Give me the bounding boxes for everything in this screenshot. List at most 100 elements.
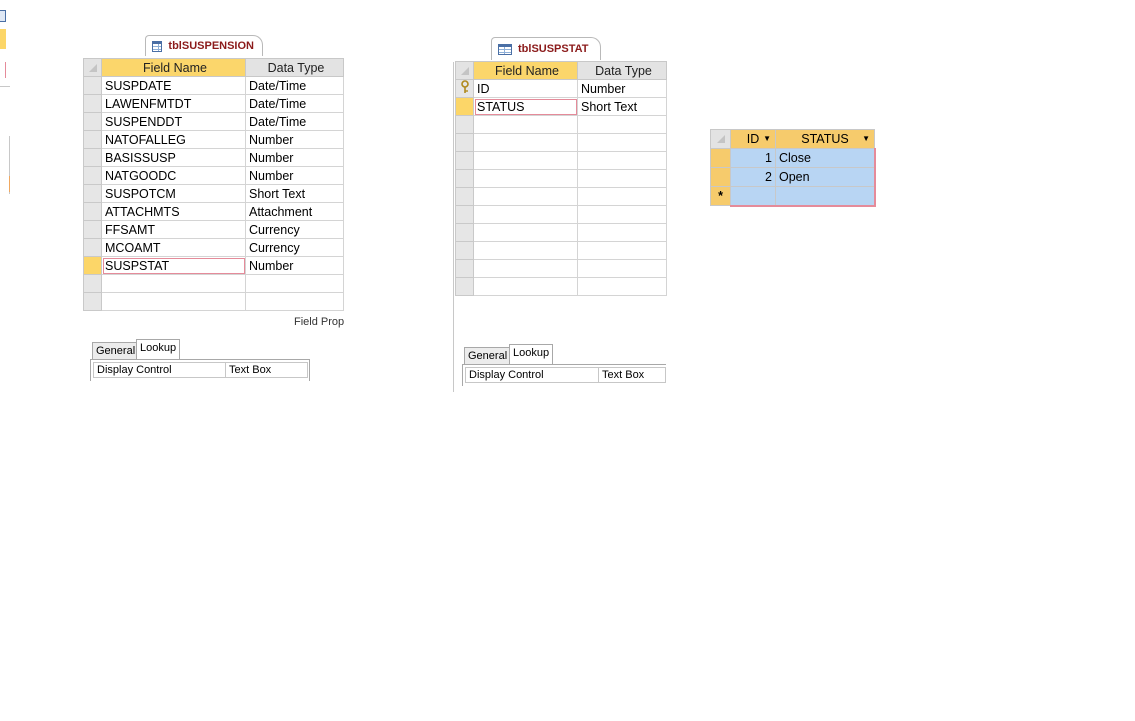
field-name-cell[interactable]: SUSPENDDT — [101, 112, 246, 131]
row-selector[interactable] — [83, 184, 102, 203]
field-name-cell[interactable]: ID — [473, 79, 578, 98]
tab-general[interactable]: General — [92, 342, 140, 360]
field-name-cell[interactable]: MCOAMT — [101, 238, 246, 257]
record-selector[interactable] — [710, 167, 731, 187]
row-selector[interactable] — [455, 205, 474, 224]
dropdown-arrow-icon[interactable]: ▼ — [862, 134, 870, 143]
data-type-cell-empty[interactable] — [577, 187, 667, 206]
column-header-field-name[interactable]: Field Name — [473, 61, 578, 80]
row-selector[interactable] — [83, 112, 102, 131]
tab-general[interactable]: General — [464, 347, 512, 365]
row-selector[interactable] — [455, 187, 474, 206]
row-selector[interactable] — [455, 115, 474, 134]
field-name-cell-empty[interactable] — [473, 223, 578, 242]
column-header-data-type[interactable]: Data Type — [577, 61, 667, 80]
row-selector-current[interactable] — [455, 97, 474, 116]
data-type-cell-empty[interactable] — [577, 241, 667, 260]
row-selector[interactable] — [83, 166, 102, 185]
row-selector[interactable] — [455, 259, 474, 278]
data-type-cell[interactable]: Attachment — [245, 202, 344, 221]
field-name-cell[interactable]: SUSPOTCM — [101, 184, 246, 203]
id-cell[interactable]: 2 — [730, 167, 776, 187]
status-cell[interactable]: Open — [775, 167, 876, 187]
data-type-cell-empty[interactable] — [577, 115, 667, 134]
row-selector[interactable] — [83, 274, 102, 293]
property-value[interactable]: Text Box — [598, 367, 666, 383]
data-type-cell-empty[interactable] — [577, 169, 667, 188]
row-selector[interactable] — [83, 94, 102, 113]
column-header-id[interactable]: ID ▼ — [730, 129, 776, 149]
data-type-cell[interactable]: Date/Time — [245, 94, 344, 113]
data-type-cell-empty[interactable] — [577, 151, 667, 170]
field-name-cell-empty[interactable] — [473, 241, 578, 260]
field-name-cell[interactable]: NATOFALLEG — [101, 130, 246, 149]
record-selector[interactable] — [710, 148, 731, 168]
field-name-cell-current[interactable]: SUSPSTAT — [101, 256, 246, 275]
data-type-cell[interactable]: Currency — [245, 238, 344, 257]
data-type-cell-empty[interactable] — [577, 133, 667, 152]
field-name-cell-empty[interactable] — [101, 274, 246, 293]
data-type-cell[interactable]: Number — [245, 256, 344, 275]
row-selector[interactable] — [83, 220, 102, 239]
data-type-cell[interactable]: Currency — [245, 220, 344, 239]
row-selector[interactable] — [455, 151, 474, 170]
column-header-field-name[interactable]: Field Name — [101, 58, 246, 77]
field-name-cell-empty[interactable] — [473, 187, 578, 206]
row-selector[interactable] — [83, 238, 102, 257]
field-name-cell-empty[interactable] — [473, 115, 578, 134]
row-selector[interactable] — [83, 202, 102, 221]
row-selector[interactable] — [83, 130, 102, 149]
data-type-cell-empty[interactable] — [577, 277, 667, 296]
data-type-cell[interactable]: Number — [245, 166, 344, 185]
field-name-cell[interactable]: ATTACHMTS — [101, 202, 246, 221]
data-type-cell[interactable]: Number — [245, 130, 344, 149]
field-name-cell-empty[interactable] — [473, 205, 578, 224]
id-cell-new[interactable] — [730, 186, 776, 207]
grid-corner[interactable] — [83, 58, 102, 77]
grid-corner[interactable] — [455, 61, 474, 80]
data-type-cell[interactable]: Number — [577, 79, 667, 98]
dropdown-arrow-icon[interactable]: ▼ — [763, 134, 771, 143]
data-type-cell[interactable]: Number — [245, 148, 344, 167]
data-type-cell[interactable]: Date/Time — [245, 76, 344, 95]
data-type-cell[interactable]: Short Text — [245, 184, 344, 203]
field-name-cell[interactable]: LAWENFMTDT — [101, 94, 246, 113]
column-header-status[interactable]: STATUS ▼ — [775, 129, 875, 149]
column-header-data-type[interactable]: Data Type — [245, 58, 344, 77]
datasheet-corner[interactable] — [710, 129, 731, 149]
object-tab-tblsuspstat[interactable]: tblSUSPSTAT — [491, 37, 601, 60]
object-tab-tblsuspension[interactable]: tblSUSPENSION — [145, 35, 263, 56]
row-selector[interactable] — [455, 223, 474, 242]
row-selector[interactable] — [455, 241, 474, 260]
data-type-cell-empty[interactable] — [577, 205, 667, 224]
row-selector[interactable] — [455, 169, 474, 188]
row-selector[interactable] — [455, 277, 474, 296]
status-cell-new[interactable] — [775, 186, 876, 207]
data-type-cell-empty[interactable] — [245, 292, 344, 311]
row-selector-current[interactable] — [83, 256, 102, 275]
data-type-cell-empty[interactable] — [577, 259, 667, 278]
new-record-selector[interactable]: * — [710, 186, 731, 206]
field-name-cell-current[interactable]: STATUS — [473, 97, 578, 116]
tab-lookup[interactable]: Lookup — [509, 344, 554, 365]
field-name-cell-empty[interactable] — [473, 151, 578, 170]
row-selector[interactable] — [455, 133, 474, 152]
id-cell[interactable]: 1 — [730, 148, 776, 168]
field-name-cell[interactable]: BASISSUSP — [101, 148, 246, 167]
row-selector[interactable] — [83, 292, 102, 311]
data-type-cell-empty[interactable] — [577, 223, 667, 242]
row-selector[interactable] — [83, 76, 102, 95]
tab-lookup[interactable]: Lookup — [136, 339, 181, 360]
data-type-cell[interactable]: Date/Time — [245, 112, 344, 131]
data-type-cell[interactable]: Short Text — [577, 97, 667, 116]
property-value[interactable]: Text Box — [225, 362, 308, 378]
row-selector[interactable] — [83, 148, 102, 167]
field-name-cell-empty[interactable] — [101, 292, 246, 311]
field-name-cell-empty[interactable] — [473, 277, 578, 296]
field-name-cell[interactable]: NATGOODC — [101, 166, 246, 185]
data-type-cell-empty[interactable] — [245, 274, 344, 293]
field-name-cell[interactable]: FFSAMT — [101, 220, 246, 239]
status-cell[interactable]: Close — [775, 148, 876, 168]
field-name-cell-empty[interactable] — [473, 133, 578, 152]
field-name-cell[interactable]: SUSPDATE — [101, 76, 246, 95]
